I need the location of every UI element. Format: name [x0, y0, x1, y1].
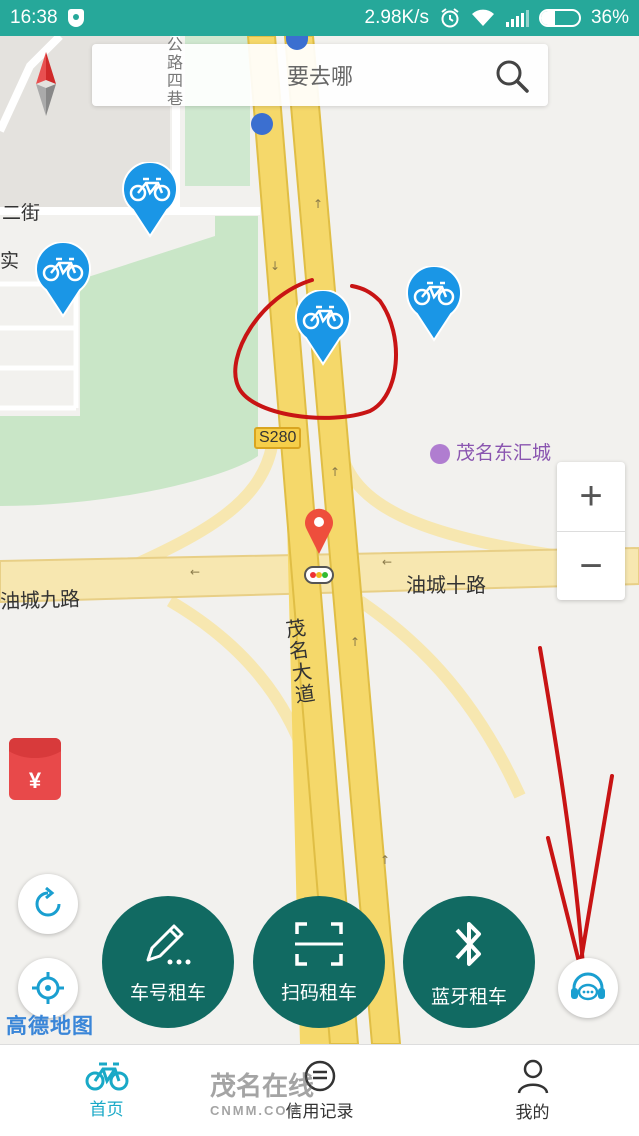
- bluetooth-icon: [455, 921, 481, 966]
- rent-by-number-button[interactable]: 车号租车: [102, 896, 234, 1028]
- map-label-street: 二街: [2, 203, 41, 224]
- pencil-icon: [146, 924, 191, 964]
- user-icon: [517, 1059, 548, 1094]
- headset-icon: [571, 972, 605, 1001]
- compass-icon[interactable]: [32, 52, 60, 116]
- map-provider-logo: 高德地图: [6, 1015, 94, 1038]
- alarm-icon: [441, 8, 459, 28]
- rent-by-scan-button[interactable]: 扫码租车: [253, 896, 385, 1028]
- svg-text:↓: ↓: [270, 259, 280, 273]
- refresh-button[interactable]: [18, 874, 78, 934]
- map-label-road-ten: 油城十路: [406, 575, 486, 597]
- bike-pin[interactable]: [405, 266, 463, 342]
- svg-text:↑: ↑: [313, 197, 323, 211]
- network-speed: 2.98K/s: [364, 7, 429, 28]
- yen-icon: ¥: [28, 768, 42, 793]
- svg-text:↑: ↑: [350, 635, 360, 649]
- crosshair-icon: [32, 972, 64, 1004]
- zoom-in-button[interactable]: +: [557, 462, 625, 531]
- refresh-icon: [35, 887, 61, 917]
- bike-pin[interactable]: [34, 242, 92, 318]
- zoom-out-button[interactable]: −: [557, 531, 625, 600]
- wifi-icon: [471, 9, 494, 26]
- svg-text:←: ←: [190, 565, 200, 579]
- road-shield-s280: S280: [254, 427, 302, 449]
- nav-item-home-label: 首页: [89, 1100, 124, 1119]
- bike-pin[interactable]: [121, 162, 179, 238]
- rent-by-bluetooth-label: 蓝牙租车: [430, 986, 507, 1008]
- locate-button[interactable]: [18, 958, 78, 1018]
- customer-service-button[interactable]: [558, 958, 618, 1018]
- bike-icon: [85, 1062, 128, 1091]
- location-marker-icon: [305, 508, 333, 554]
- status-time: 16:38: [10, 7, 58, 28]
- battery-icon: [538, 9, 581, 27]
- search-placeholder: 要去哪: [286, 64, 353, 89]
- map-label-partial: 实: [0, 251, 20, 272]
- shield-icon: [67, 9, 84, 27]
- status-bar: 16:38 2.98K/s 36%: [0, 0, 639, 36]
- rent-by-bluetooth-button[interactable]: 蓝牙租车: [403, 896, 535, 1028]
- nav-item-mine-label: 我的: [515, 1103, 550, 1122]
- bottom-nav: 首页 信用记录 我的: [0, 1044, 639, 1136]
- traffic-light-icon: [304, 566, 334, 584]
- rent-by-number-label: 车号租车: [129, 982, 206, 1004]
- battery-fill: [540, 11, 555, 25]
- map-label-road-nine: 油城九路: [0, 588, 81, 614]
- zoom-control: + −: [557, 462, 625, 600]
- red-packet-button[interactable]: ¥: [9, 738, 61, 800]
- watermark-domain: CNMM.COM: [210, 1103, 301, 1118]
- battery-percent: 36%: [590, 7, 629, 28]
- map-poi-mall-label: 茂名东汇城: [456, 443, 552, 464]
- map-view[interactable]: ↓↑ ↑← ←← ↑↑ ↓ 要去哪 公路四巷 二街 实 S280 茂名东汇城 油…: [0, 36, 639, 1044]
- watermark-title: 茂名在线: [210, 1071, 315, 1101]
- rent-by-scan-label: 扫码租车: [280, 982, 357, 1004]
- map-label-lane: 公路四巷: [164, 36, 181, 108]
- svg-text:←: ←: [382, 555, 392, 569]
- shopping-bag-icon: [430, 443, 450, 464]
- scan-icon: [295, 921, 343, 966]
- svg-text:↑: ↑: [380, 853, 390, 867]
- bus-stop-icon[interactable]: [251, 113, 273, 135]
- nav-item-home[interactable]: 首页: [0, 1045, 213, 1136]
- search-icon[interactable]: [494, 58, 530, 94]
- watermark: 茂名在线 CNMM.COM: [210, 1066, 314, 1118]
- bike-pin[interactable]: [294, 290, 352, 366]
- map-poi-mall[interactable]: 茂名东汇城: [430, 438, 551, 465]
- signal-icon: [505, 10, 529, 27]
- svg-text:↑: ↑: [330, 465, 340, 479]
- nav-item-mine[interactable]: 我的: [426, 1045, 639, 1136]
